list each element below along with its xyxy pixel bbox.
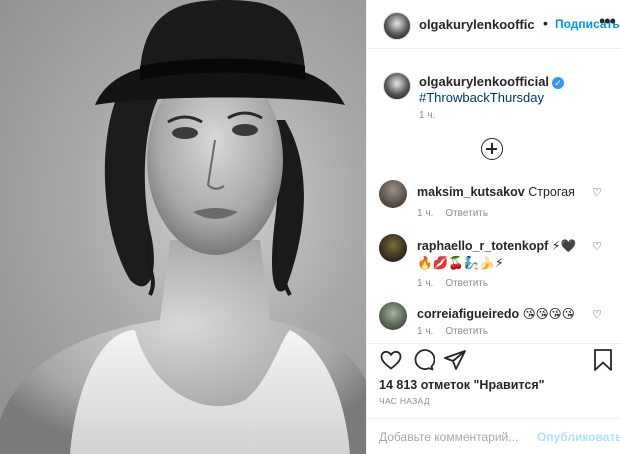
post-actions-bar bbox=[367, 348, 620, 378]
header-divider bbox=[367, 48, 620, 49]
like-comment-heart-icon[interactable]: ♡ bbox=[592, 186, 602, 199]
more-options-icon[interactable]: ••• bbox=[599, 11, 616, 32]
comment-text: Строгая bbox=[528, 185, 575, 199]
publish-comment-button[interactable]: Опубликовать bbox=[537, 430, 620, 444]
actions-divider bbox=[367, 343, 620, 344]
comment-text: 😘😘😘😘 bbox=[522, 307, 575, 321]
caption-time: 1 ч. bbox=[419, 110, 436, 121]
caption-hashtag[interactable]: #ThrowbackThursday bbox=[419, 90, 544, 105]
like-comment-heart-icon[interactable]: ♡ bbox=[592, 308, 602, 321]
comment-meta: 1 ч. Ответить bbox=[417, 326, 488, 337]
share-send-icon[interactable] bbox=[443, 348, 467, 372]
verified-badge-icon: ✓ bbox=[552, 77, 565, 89]
author-avatar[interactable] bbox=[383, 12, 411, 40]
post-timestamp: час назад bbox=[379, 396, 430, 406]
load-more-comments-icon[interactable] bbox=[481, 138, 503, 160]
comment-text-line: correiafigueiredo 😘😘😘😘 bbox=[417, 306, 587, 323]
composer-divider bbox=[367, 418, 620, 419]
commenter-avatar[interactable] bbox=[379, 234, 407, 262]
reply-button[interactable]: Ответить bbox=[445, 278, 488, 289]
comment-username[interactable]: raphaello_r_totenkopf bbox=[417, 239, 548, 253]
comment-time: 1 ч. bbox=[417, 326, 434, 337]
comment-time: 1 ч. bbox=[417, 278, 434, 289]
commenter-avatar[interactable] bbox=[379, 302, 407, 330]
commenter-avatar[interactable] bbox=[379, 180, 407, 208]
comment-bubble-icon[interactable] bbox=[411, 348, 435, 372]
comment-meta: 1 ч. Ответить bbox=[417, 278, 488, 289]
reply-button[interactable]: Ответить bbox=[445, 326, 488, 337]
like-heart-icon[interactable] bbox=[379, 348, 403, 372]
caption-author: olgakurylenkoofficial ✓ bbox=[419, 74, 565, 89]
comment-text-line: raphaello_r_totenkopf ⚡🖤🔥💋🍒🧞🍌⚡ bbox=[417, 238, 587, 272]
post-header: olgakurylenkooffic • Подписаться ••• bbox=[367, 0, 620, 48]
comment-time: 1 ч. bbox=[417, 208, 434, 219]
author-username[interactable]: olgakurylenkooffic bbox=[419, 17, 535, 32]
comment-username[interactable]: maksim_kutsakov bbox=[417, 185, 525, 199]
add-comment-input[interactable] bbox=[379, 430, 529, 444]
save-bookmark-icon[interactable] bbox=[593, 348, 613, 372]
caption-username[interactable]: olgakurylenkoofficial bbox=[419, 74, 549, 89]
comment-meta: 1 ч. Ответить bbox=[417, 208, 488, 219]
like-comment-heart-icon[interactable]: ♡ bbox=[592, 240, 602, 253]
separator-dot: • bbox=[543, 15, 548, 31]
caption-avatar[interactable] bbox=[383, 72, 411, 100]
reply-button[interactable]: Ответить bbox=[445, 208, 488, 219]
portrait-illustration bbox=[0, 0, 366, 454]
comment-username[interactable]: correiafigueiredo bbox=[417, 307, 519, 321]
comment-text-line: maksim_kutsakov Строгая bbox=[417, 184, 587, 201]
post-photo[interactable] bbox=[0, 0, 366, 454]
post-side-panel: olgakurylenkooffic • Подписаться ••• olg… bbox=[366, 0, 620, 454]
likes-count[interactable]: 14 813 отметок "Нравится" bbox=[379, 378, 545, 392]
